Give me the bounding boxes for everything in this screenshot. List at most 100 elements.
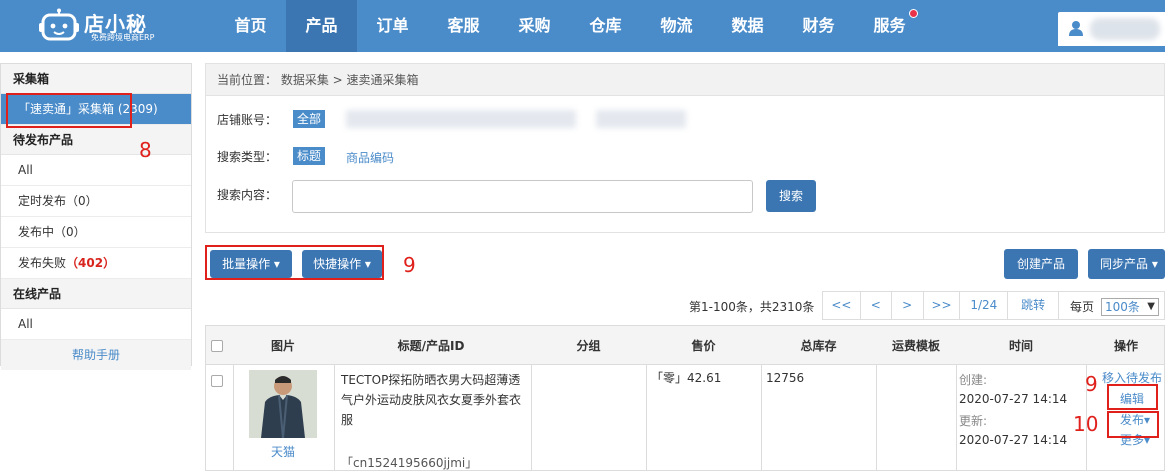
sync-product-button[interactable]: 同步产品 ▾ bbox=[1088, 249, 1165, 279]
pager-summary: 第1-100条，共2310条 bbox=[689, 300, 815, 314]
th-image: 图片 bbox=[270, 339, 295, 353]
th-stock: 总库存 bbox=[800, 339, 837, 353]
store-all-tag[interactable]: 全部 bbox=[293, 110, 326, 128]
product-image[interactable] bbox=[249, 370, 317, 438]
created-time: 2020-07-27 14:14 bbox=[959, 392, 1068, 406]
user-name-redacted bbox=[1090, 18, 1160, 40]
annotation-box-toolbar bbox=[205, 245, 384, 280]
nav-customer-service[interactable]: 客服 bbox=[428, 0, 499, 52]
column-divider bbox=[876, 365, 877, 471]
store-label: 店铺账号： bbox=[217, 113, 278, 127]
create-product-button[interactable]: 创建产品 bbox=[1004, 249, 1078, 279]
sync-product-label: 同步产品 bbox=[1100, 257, 1149, 271]
annotation-10: 10 bbox=[1073, 412, 1099, 436]
row-checkbox[interactable] bbox=[211, 375, 223, 387]
select-all-checkbox[interactable] bbox=[211, 340, 223, 352]
logo[interactable]: 店小秘 免费跨境电商ERP bbox=[38, 6, 198, 46]
user-icon bbox=[1069, 21, 1083, 36]
search-type-code[interactable]: 商品编码 bbox=[346, 149, 394, 166]
annotation-box-edit bbox=[1107, 384, 1158, 410]
annotation-9-row: 9 bbox=[1085, 372, 1098, 396]
annotation-box-publish bbox=[1107, 411, 1159, 438]
annotation-box-collect bbox=[6, 93, 132, 128]
notification-dot bbox=[909, 9, 918, 18]
user-menu[interactable] bbox=[1058, 12, 1165, 46]
per-page-select[interactable]: 100条 ▼ bbox=[1101, 298, 1159, 316]
th-time: 时间 bbox=[1008, 339, 1033, 353]
pager-current-page: 1/24 bbox=[960, 292, 1009, 319]
logo-slogan: 免费跨境电商ERP bbox=[91, 33, 155, 42]
nav-warehouse[interactable]: 仓库 bbox=[570, 0, 641, 52]
sidebar-head-pending: 待发布产品 bbox=[1, 125, 191, 155]
annotation-9-toolbar: 9 bbox=[403, 253, 416, 277]
sidebar-item-scheduled-label: 定时发布 bbox=[18, 194, 67, 208]
column-divider bbox=[233, 365, 234, 471]
pager-jump[interactable]: 跳转 bbox=[1008, 292, 1058, 319]
breadcrumb: 当前位置： 数据采集 > 速卖通采集箱 bbox=[205, 63, 1165, 95]
caret-down-icon: ▼ bbox=[1147, 301, 1155, 312]
product-id: 「cn1524195660jjmi」 bbox=[341, 456, 478, 470]
main-nav: 首页 产品 订单 客服 采购 仓库 物流 数据 财务 服务 bbox=[215, 0, 925, 52]
search-type-title[interactable]: 标题 bbox=[293, 147, 326, 165]
nav-services[interactable]: 服务 bbox=[854, 0, 925, 52]
search-type-label: 搜索类型： bbox=[217, 150, 278, 164]
nav-orders[interactable]: 订单 bbox=[357, 0, 428, 52]
th-shipping: 运费模板 bbox=[891, 339, 940, 353]
sidebar-item-failed-label: 发布失败 bbox=[18, 256, 67, 270]
top-navbar: 店小秘 免费跨境电商ERP 首页 产品 订单 客服 采购 仓库 物流 数据 财务… bbox=[0, 0, 1165, 52]
column-divider bbox=[761, 365, 762, 471]
pager-first[interactable]: << bbox=[823, 292, 861, 319]
search-content-label: 搜索内容： bbox=[217, 188, 278, 202]
sidebar-item-online-all[interactable]: All bbox=[1, 309, 191, 340]
pager-last[interactable]: >> bbox=[924, 292, 961, 319]
robot-logo-icon bbox=[39, 8, 79, 41]
sidebar-item-scheduled[interactable]: 定时发布（0） bbox=[1, 186, 191, 217]
caret-down-icon: ▾ bbox=[1148, 257, 1158, 271]
nav-purchase[interactable]: 采购 bbox=[499, 0, 570, 52]
annotation-8: 8 bbox=[139, 138, 152, 162]
th-action: 操作 bbox=[1113, 339, 1138, 353]
table-row: 天猫 TECTOP探拓防晒衣男大码超薄透气户外运动皮肤风衣女夏季外套衣服 「cn… bbox=[205, 365, 1165, 471]
sidebar-item-scheduled-count: （0） bbox=[66, 194, 98, 208]
column-divider bbox=[646, 365, 647, 471]
store-accounts-redacted-2 bbox=[596, 110, 686, 128]
sidebar-item-publishing-label: 发布中 bbox=[18, 225, 55, 239]
sidebar-item-publishing[interactable]: 发布中（0） bbox=[1, 217, 191, 248]
pager-prev[interactable]: < bbox=[861, 292, 892, 319]
sidebar-item-failed-count: （402） bbox=[66, 256, 116, 270]
nav-products[interactable]: 产品 bbox=[286, 0, 357, 52]
column-divider bbox=[531, 365, 532, 471]
sidebar-head-online: 在线产品 bbox=[1, 279, 191, 309]
created-label: 创建: bbox=[959, 373, 988, 387]
help-manual-link[interactable]: 帮助手册 bbox=[1, 340, 191, 370]
th-price: 售价 bbox=[691, 339, 716, 353]
sidebar-item-publishing-count: （0） bbox=[54, 225, 86, 239]
column-divider bbox=[956, 365, 957, 471]
search-input[interactable] bbox=[292, 180, 753, 213]
search-button[interactable]: 搜索 bbox=[766, 180, 816, 212]
product-stock: 12756 bbox=[766, 371, 805, 385]
nav-data[interactable]: 数据 bbox=[712, 0, 783, 52]
updated-label: 更新: bbox=[959, 414, 988, 428]
table-header: 图片 标题/产品ID 分组 售价 总库存 运费模板 时间 操作 bbox=[205, 325, 1165, 365]
per-page-label: 每页 bbox=[1070, 300, 1095, 314]
pager-next[interactable]: > bbox=[892, 292, 924, 319]
column-divider bbox=[334, 365, 335, 471]
updated-time: 2020-07-27 14:14 bbox=[959, 433, 1068, 447]
product-title[interactable]: TECTOP探拓防晒衣男大码超薄透气户外运动皮肤风衣女夏季外套衣服 bbox=[341, 370, 526, 430]
pager: << < > >> 1/24 跳转 bbox=[822, 291, 1059, 320]
product-price: 「零」42.61 bbox=[651, 371, 722, 385]
nav-home[interactable]: 首页 bbox=[215, 0, 286, 52]
main-content: 当前位置： 数据采集 > 速卖通采集箱 店铺账号： 全部 搜索类型： 标题 商品… bbox=[205, 63, 1165, 233]
nav-logistics[interactable]: 物流 bbox=[641, 0, 712, 52]
store-accounts-redacted bbox=[346, 110, 576, 128]
per-page-value: 100条 bbox=[1105, 300, 1140, 314]
per-page-box: 每页 100条 ▼ bbox=[1059, 291, 1165, 320]
sidebar-item-pending-all[interactable]: All bbox=[1, 155, 191, 186]
nav-finance[interactable]: 财务 bbox=[783, 0, 854, 52]
sidebar-item-failed[interactable]: 发布失败（402） bbox=[1, 248, 191, 279]
th-title: 标题/产品ID bbox=[397, 339, 465, 353]
th-group: 分组 bbox=[576, 339, 601, 353]
sidebar-head-collect: 采集箱 bbox=[1, 64, 191, 94]
product-source-link[interactable]: 天猫 bbox=[271, 443, 295, 460]
